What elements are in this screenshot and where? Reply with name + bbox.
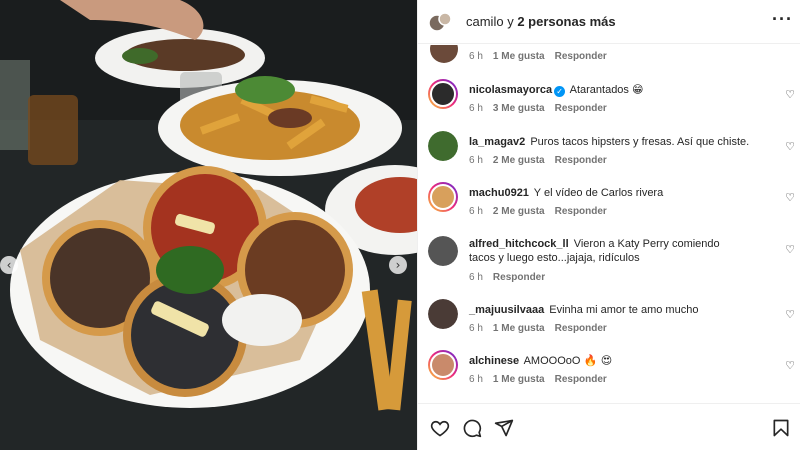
comment-meta: 6 h Responder [469, 272, 545, 283]
avatar[interactable] [428, 182, 458, 212]
avatar[interactable] [428, 299, 458, 329]
like-comment-heart-icon[interactable]: ♡ [785, 192, 795, 203]
comment-time: 6 h [469, 323, 483, 334]
comment-text: la_magav2 Puros tacos hipsters y fresas.… [469, 135, 754, 149]
comment-content: Y el vídeo de Carlos rivera [533, 187, 664, 199]
like-comment-heart-icon[interactable]: ♡ [785, 360, 795, 371]
comment-row: nicolasmayorca ✓ Atarantados 😁 6 h 3 Me g… [418, 79, 800, 127]
comment-row: alchinese AMOOOoO 🔥 😍 6 h 1 Me gusta Res… [418, 350, 800, 398]
comment-likes[interactable]: 3 Me gusta [493, 103, 545, 114]
reply-button[interactable]: Responder [493, 272, 545, 283]
comment-row: _majuusilvaaa Evinha mi amor te amo much… [418, 299, 800, 347]
comment-content: Evinha mi amor te amo mucho [549, 304, 699, 316]
comment-username[interactable]: nicolasmayorca [469, 84, 552, 96]
post-photo[interactable]: ‹ › [0, 0, 417, 450]
post-authors[interactable]: camilo y 2 personas más [466, 14, 616, 29]
comment-username[interactable]: machu0921 [469, 187, 529, 199]
comment-likes[interactable]: 1 Me gusta [493, 374, 545, 385]
comment-time: 6 h [469, 51, 483, 62]
comment-row: alfred_hitchcock_ll Vieron a Katy Perry … [418, 234, 800, 300]
like-comment-heart-icon[interactable]: ♡ [785, 244, 795, 255]
comment-content: AMOOOoO [523, 355, 581, 367]
reply-button[interactable]: Responder [555, 51, 607, 62]
reply-button[interactable]: Responder [555, 374, 607, 385]
comment-likes[interactable]: 2 Me gusta [493, 206, 545, 217]
comment-text: nicolasmayorca ✓ Atarantados 😁 [469, 83, 754, 97]
like-comment-heart-icon[interactable]: ♡ [785, 309, 795, 320]
collab-avatars[interactable] [428, 10, 452, 34]
food-photo-illustration [0, 0, 417, 450]
comment-meta: 6 h 3 Me gusta Responder [469, 103, 607, 114]
reply-button[interactable]: Responder [555, 155, 607, 166]
avatar[interactable] [430, 45, 458, 63]
action-bar [418, 403, 800, 450]
post-header: camilo y 2 personas más ··· [418, 0, 800, 44]
comment-icon[interactable] [462, 418, 482, 438]
comment-meta: 6 h 2 Me gusta Responder [469, 155, 607, 166]
comment-likes[interactable]: 1 Me gusta [493, 51, 545, 62]
more-options-button[interactable]: ··· [772, 10, 793, 28]
comment-meta: 6 h 1 Me gusta Responder [469, 374, 607, 385]
comment-text: _majuusilvaaa Evinha mi amor te amo much… [469, 303, 754, 317]
other-authors-link[interactable]: 2 personas más [517, 14, 615, 29]
reply-button[interactable]: Responder [555, 323, 607, 334]
comment-likes[interactable]: 2 Me gusta [493, 155, 545, 166]
comment-username[interactable]: alchinese [469, 355, 519, 367]
comment-row: machu0921 Y el vídeo de Carlos rivera 6 … [418, 182, 800, 230]
reply-button[interactable]: Responder [555, 103, 607, 114]
like-comment-heart-icon[interactable]: ♡ [785, 89, 795, 100]
comment-meta: 6 h 1 Me gusta Responder [469, 323, 607, 334]
comment-username[interactable]: la_magav2 [469, 136, 525, 148]
comment-likes[interactable]: 1 Me gusta [493, 323, 545, 334]
comment-time: 6 h [469, 374, 483, 385]
heart-icon[interactable] [430, 418, 450, 438]
author-username[interactable]: camilo [466, 14, 504, 29]
comment-text: machu0921 Y el vídeo de Carlos rivera [469, 186, 754, 200]
like-comment-heart-icon[interactable]: ♡ [785, 141, 795, 152]
comment-time: 6 h [469, 155, 483, 166]
comment-row-partial: 6 h 1 Me gusta Responder [418, 45, 800, 65]
reply-button[interactable]: Responder [555, 206, 607, 217]
next-photo-button[interactable]: › [389, 256, 407, 274]
comment-emoji: 🔥 😍 [583, 354, 613, 367]
avatar[interactable] [428, 131, 458, 161]
comment-emoji: 😁 [632, 83, 644, 96]
send-icon[interactable] [494, 418, 514, 438]
comment-text: alfred_hitchcock_ll Vieron a Katy Perry … [469, 237, 739, 265]
comment-row: la_magav2 Puros tacos hipsters y fresas.… [418, 131, 800, 179]
more-horizontal-icon: ··· [772, 9, 793, 29]
comment-time: 6 h [469, 206, 483, 217]
comment-meta: 6 h 1 Me gusta Responder [469, 51, 607, 62]
avatar[interactable] [428, 350, 458, 380]
comment-time: 6 h [469, 103, 483, 114]
comment-meta: 6 h 2 Me gusta Responder [469, 206, 607, 217]
avatar[interactable] [428, 236, 458, 266]
comment-time: 6 h [469, 272, 483, 283]
comment-content: Puros tacos hipsters y fresas. Así que c… [530, 136, 750, 148]
comment-username[interactable]: alfred_hitchcock_ll [469, 238, 569, 250]
avatar[interactable] [428, 79, 458, 109]
comment-username[interactable]: _majuusilvaaa [469, 304, 544, 316]
post-panel: camilo y 2 personas más ··· 6 h 1 Me gus… [417, 0, 800, 450]
comment-text: alchinese AMOOOoO 🔥 😍 [469, 354, 754, 368]
comment-content: Atarantados [569, 84, 629, 96]
author-connector: y [503, 14, 518, 29]
previous-photo-button[interactable]: ‹ [0, 256, 18, 274]
bookmark-icon[interactable] [771, 418, 791, 438]
verified-badge-icon: ✓ [554, 86, 566, 97]
comments-list[interactable]: 6 h 1 Me gusta Responder nicolasmayorca ✓… [418, 45, 800, 403]
